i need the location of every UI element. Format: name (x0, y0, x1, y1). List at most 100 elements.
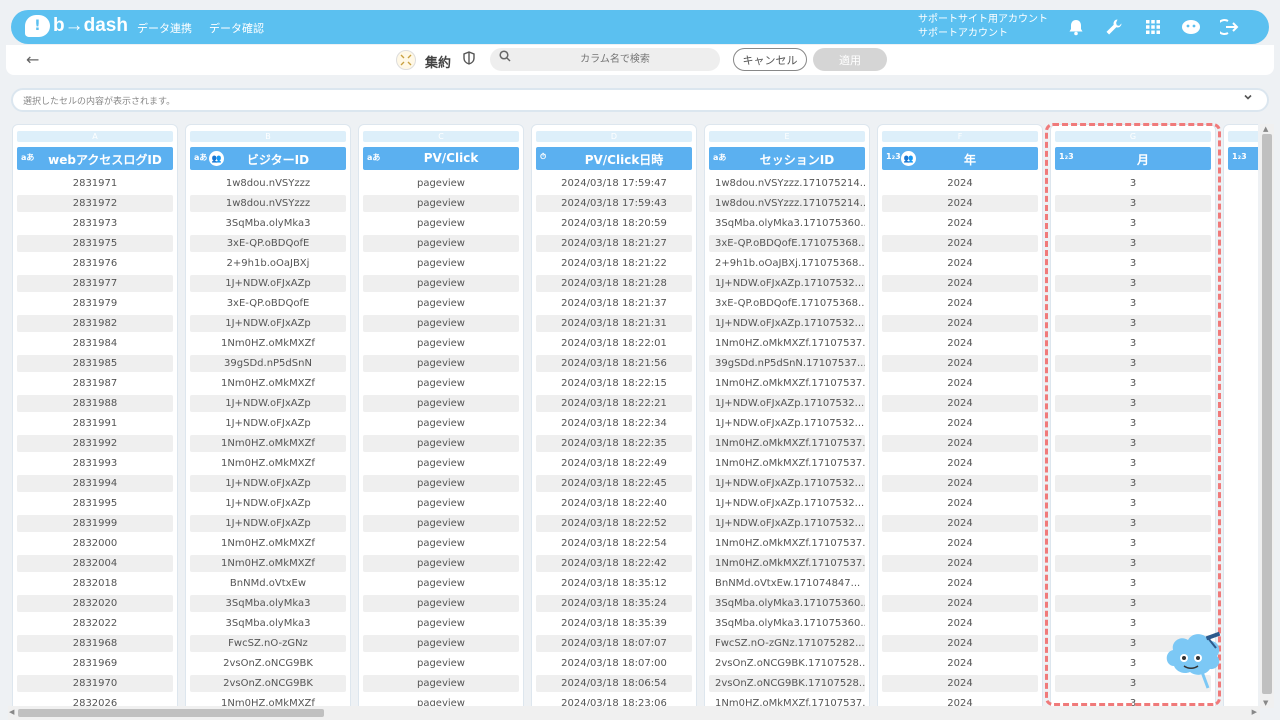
table-cell[interactable]: 2831972 (17, 195, 173, 212)
table-cell[interactable]: 2024 (882, 595, 1038, 612)
account-info[interactable]: サポートサイト用アカウント サポートアカウント (918, 13, 1048, 41)
table-cell[interactable]: 2831988 (17, 395, 173, 412)
table-cell[interactable]: pageview (363, 595, 519, 612)
table-cell[interactable]: pageview (363, 435, 519, 452)
table-cell[interactable]: pageview (363, 515, 519, 532)
column-search-input[interactable] (520, 48, 710, 71)
vertical-scroll-thumb[interactable] (1262, 134, 1272, 694)
table-cell[interactable]: 2024/03/18 18:22:21 (536, 395, 692, 412)
table-cell[interactable]: 2831979 (17, 295, 173, 312)
table-cell[interactable]: pageview (363, 275, 519, 292)
vertical-scrollbar[interactable]: ▲ ▼ (1260, 124, 1274, 708)
table-cell[interactable]: 1Nm0HZ.oMkMXZf (190, 435, 346, 452)
table-cell[interactable]: 2831971 (17, 175, 173, 192)
table-cell[interactable]: 2831991 (17, 415, 173, 432)
table-cell[interactable]: pageview (363, 235, 519, 252)
table-cell[interactable]: 2024/03/18 18:22:35 (536, 435, 692, 452)
table-cell[interactable]: 2831973 (17, 215, 173, 232)
table-cell[interactable]: pageview (363, 535, 519, 552)
chevron-down-icon[interactable] (1243, 92, 1253, 105)
table-cell[interactable]: 2832022 (17, 615, 173, 632)
table-cell[interactable]: 1J+NDW.oFJxAZp.17107532... (709, 315, 865, 332)
table-cell[interactable]: pageview (363, 495, 519, 512)
table-cell[interactable]: 2024 (882, 175, 1038, 192)
table-cell[interactable]: 2024 (882, 215, 1038, 232)
table-cell[interactable]: 2831999 (17, 515, 173, 532)
table-cell[interactable]: 1J+NDW.oFJxAZp (190, 475, 346, 492)
table-cell[interactable]: 2831993 (17, 455, 173, 472)
table-cell[interactable]: pageview (363, 295, 519, 312)
table-cell[interactable]: 1J+NDW.oFJxAZp (190, 275, 346, 292)
table-cell[interactable]: pageview (363, 555, 519, 572)
table-cell[interactable]: 2024/03/18 18:06:54 (536, 675, 692, 692)
table-cell[interactable]: 2024/03/18 18:22:34 (536, 415, 692, 432)
table-cell[interactable]: 2024 (882, 315, 1038, 332)
table-cell[interactable]: 2024/03/18 17:59:47 (536, 175, 692, 192)
table-cell[interactable]: pageview (363, 575, 519, 592)
table-cell[interactable]: 3SqMba.olyMka3.171075360... (709, 595, 865, 612)
table-cell[interactable]: pageview (363, 475, 519, 492)
column-letter[interactable]: E (709, 131, 865, 142)
table-cell[interactable]: 1J+NDW.oFJxAZp.17107532... (709, 395, 865, 412)
table-cell[interactable]: 1Nm0HZ.oMkMXZf.17107537... (709, 555, 865, 572)
table-cell[interactable]: 2024/03/18 18:22:45 (536, 475, 692, 492)
table-cell[interactable]: 1Nm0HZ.oMkMXZf (190, 335, 346, 352)
table-cell[interactable]: 2024/03/18 18:21:27 (536, 235, 692, 252)
table-cell[interactable]: 1J+NDW.oFJxAZp.17107532... (709, 275, 865, 292)
table-cell[interactable]: 2024/03/18 18:35:39 (536, 615, 692, 632)
column-letter[interactable]: H (1228, 131, 1258, 142)
table-cell[interactable]: 3SqMba.olyMka3 (190, 595, 346, 612)
table-cell[interactable]: 2831975 (17, 235, 173, 252)
table-cell[interactable]: pageview (363, 415, 519, 432)
table-cell[interactable]: FwcSZ.nO-zGNz (190, 635, 346, 652)
column-header[interactable]: aあ 👥 ビジターID (190, 147, 346, 170)
table-cell[interactable]: pageview (363, 315, 519, 332)
wrench-icon[interactable] (1103, 16, 1125, 38)
table-cell[interactable]: 2024/03/18 18:22:40 (536, 495, 692, 512)
table-cell[interactable]: 2024 (882, 395, 1038, 412)
table-cell[interactable]: 2vsOnZ.oNCG9BK.17107528... (709, 655, 865, 672)
column-header[interactable]: aあ PV/Click (363, 147, 519, 170)
table-cell[interactable]: 2024/03/18 18:22:49 (536, 455, 692, 472)
table-cell[interactable]: 1w8dou.nVSYzzz.171075214... (709, 175, 865, 192)
table-cell[interactable]: pageview (363, 375, 519, 392)
table-cell[interactable]: 2831982 (17, 315, 173, 332)
column-header[interactable]: 1₂3 (1228, 147, 1258, 170)
table-cell[interactable]: 2831985 (17, 355, 173, 372)
table-cell[interactable]: 2024 (882, 295, 1038, 312)
table-cell[interactable]: 1J+NDW.oFJxAZp (190, 315, 346, 332)
apps-icon[interactable] (1142, 16, 1164, 38)
table-cell[interactable]: 2024 (882, 575, 1038, 592)
column-letter[interactable]: A (17, 131, 173, 142)
table-cell[interactable]: pageview (363, 175, 519, 192)
table-cell[interactable]: 2024 (882, 475, 1038, 492)
table-cell[interactable]: 2831984 (17, 335, 173, 352)
aggregate-label[interactable]: 集約 (425, 52, 451, 71)
table-cell[interactable]: 2831994 (17, 475, 173, 492)
table-cell[interactable]: 3xE-QP.oBDQofE.171075368... (709, 235, 865, 252)
table-cell[interactable]: 3SqMba.olyMka3.171075360... (709, 615, 865, 632)
table-cell[interactable]: 2024/03/18 18:07:00 (536, 655, 692, 672)
table-cell[interactable]: 1w8dou.nVSYzzz (190, 195, 346, 212)
column-header[interactable]: 1₂3 👥 年 (882, 147, 1038, 170)
table-cell[interactable]: pageview (363, 355, 519, 372)
table-cell[interactable]: 2024 (882, 655, 1038, 672)
table-cell[interactable]: 1J+NDW.oFJxAZp (190, 515, 346, 532)
table-cell[interactable]: 2024 (882, 635, 1038, 652)
table-cell[interactable]: 1w8dou.nVSYzzz.171075214... (709, 195, 865, 212)
table-cell[interactable]: 2831970 (17, 675, 173, 692)
table-cell[interactable]: 1Nm0HZ.oMkMXZf.17107537... (709, 455, 865, 472)
table-cell[interactable]: 2024/03/18 18:35:24 (536, 595, 692, 612)
scroll-right-arrow-icon[interactable]: ▶ (1252, 708, 1257, 716)
table-cell[interactable]: 2024/03/18 18:21:31 (536, 315, 692, 332)
table-cell[interactable]: 2024 (882, 615, 1038, 632)
table-cell[interactable]: 2831987 (17, 375, 173, 392)
table-cell[interactable]: FwcSZ.nO-zGNz.171075282... (709, 635, 865, 652)
table-cell[interactable]: 2832004 (17, 555, 173, 572)
table-cell[interactable]: 3SqMba.olyMka3 (190, 215, 346, 232)
table-cell[interactable]: 2831992 (17, 435, 173, 452)
column-letter[interactable]: F (882, 131, 1038, 142)
table-cell[interactable]: pageview (363, 655, 519, 672)
scroll-up-arrow-icon[interactable]: ▲ (1263, 125, 1268, 133)
table-cell[interactable]: 2vsOnZ.oNCG9BK.17107528... (709, 675, 865, 692)
